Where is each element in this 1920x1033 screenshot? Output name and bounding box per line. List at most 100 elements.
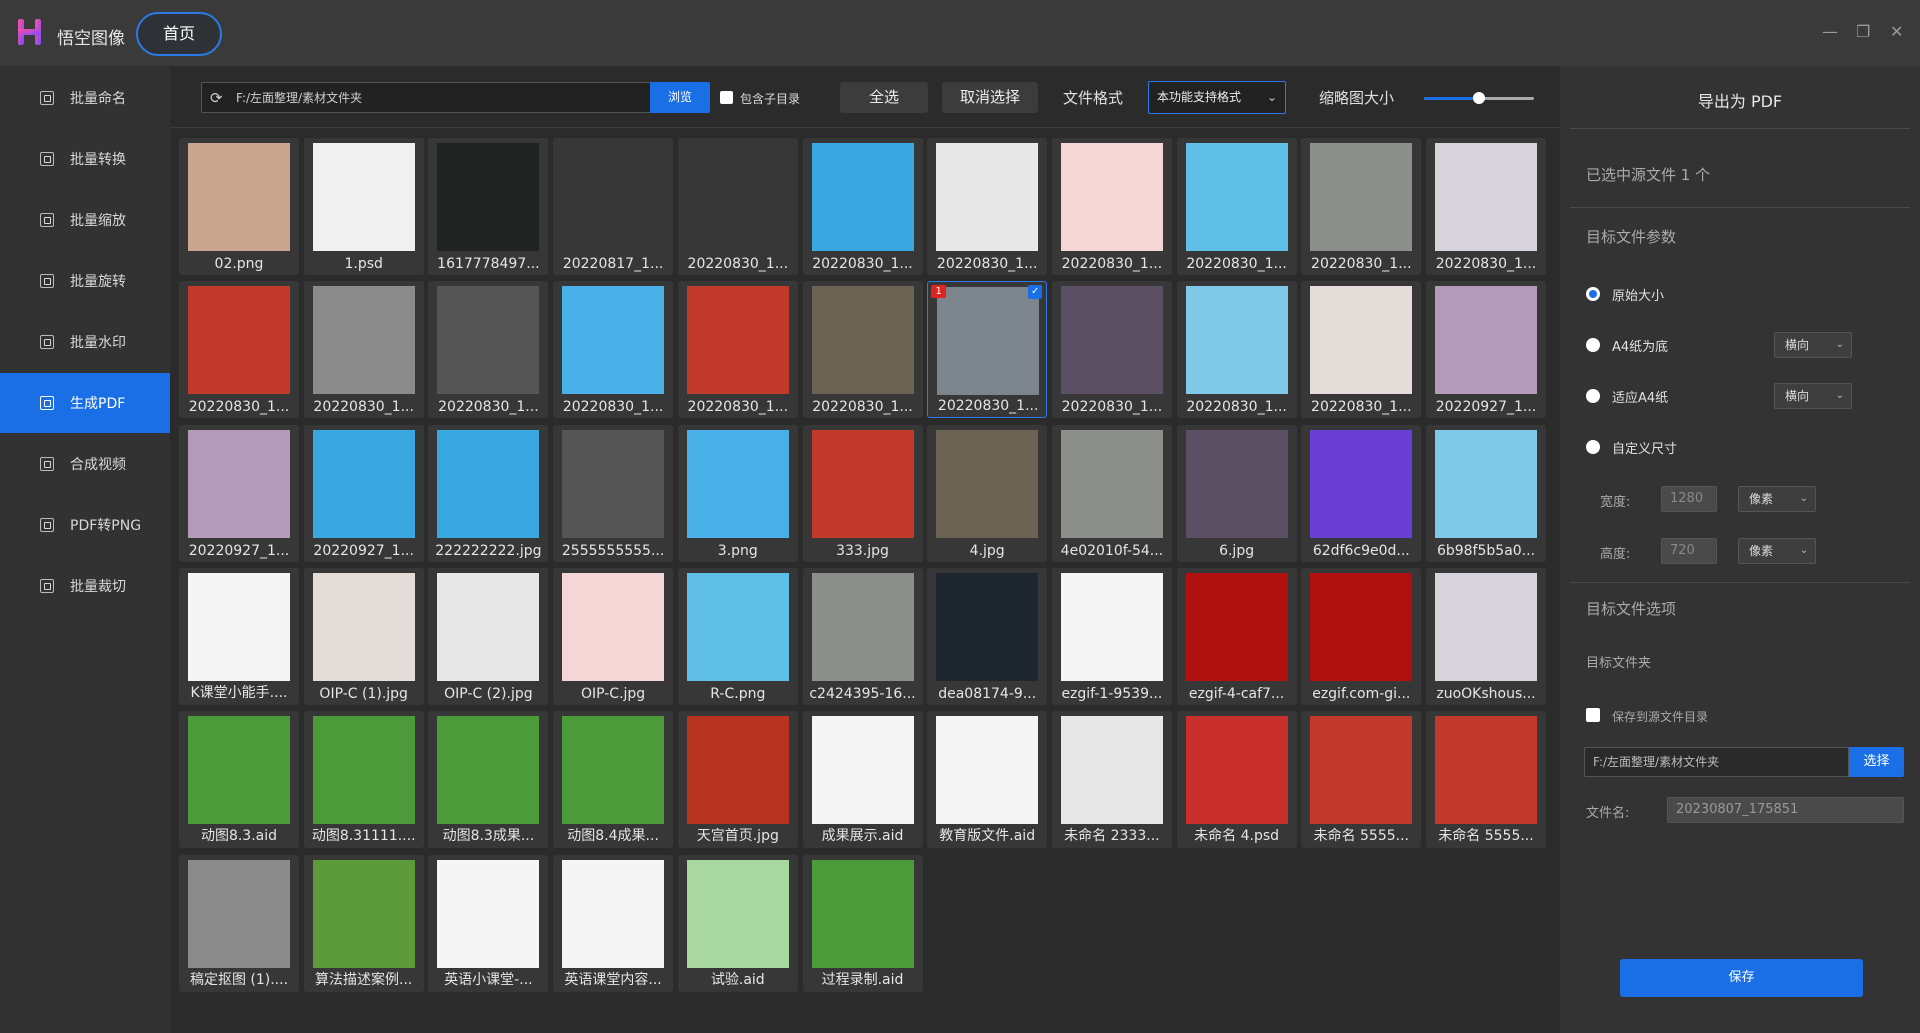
file-name: 20220830_1... <box>1311 399 1412 416</box>
file-tile[interactable]: 动图8.3.aid <box>179 711 299 849</box>
select-all-button[interactable]: 全选 <box>840 82 928 113</box>
radio-original-size[interactable] <box>1586 287 1600 301</box>
file-tile[interactable]: 20220830_1... <box>1301 138 1422 275</box>
file-tile[interactable]: ezgif.com-gi... <box>1301 567 1422 705</box>
file-tile[interactable]: 天宫首页.jpg <box>677 711 798 849</box>
sidebar-item[interactable]: 合成视频 <box>0 434 170 494</box>
save-to-source-checkbox[interactable] <box>1586 708 1600 722</box>
file-tile[interactable]: 成果展示.aid <box>802 711 923 849</box>
file-tile[interactable]: 2555555555... <box>553 424 674 562</box>
file-tile[interactable]: 未命名 5555... <box>1426 711 1546 849</box>
file-tile[interactable]: 未命名 5555... <box>1301 711 1422 849</box>
file-tile[interactable]: 20220830_1... <box>677 138 798 275</box>
sidebar-item[interactable]: 生成PDF <box>0 373 170 433</box>
sidebar-item[interactable]: 批量水印 <box>0 312 170 372</box>
radio-a4-base[interactable] <box>1586 338 1600 352</box>
deselect-button[interactable]: 取消选择 <box>942 82 1038 113</box>
file-tile[interactable]: K课堂小能手.... <box>179 567 299 705</box>
file-tile[interactable]: 动图8.31111.... <box>303 711 424 849</box>
file-tile[interactable]: 4e02010f-54... <box>1051 424 1172 562</box>
file-tile[interactable]: 6b98f5b5a0... <box>1426 424 1546 562</box>
file-tile[interactable]: 20220830_1... <box>677 281 798 419</box>
check-icon[interactable]: ✓ <box>1028 285 1043 300</box>
file-tile[interactable]: 20220830_1... <box>553 281 674 419</box>
file-tile[interactable]: c2424395-16... <box>802 567 923 705</box>
file-tile[interactable]: 未命名 2333... <box>1051 711 1172 849</box>
file-tile[interactable]: 6.jpg <box>1176 424 1297 562</box>
file-tile[interactable]: ezgif-1-9539... <box>1051 567 1172 705</box>
file-tile[interactable]: 动图8.3成果... <box>428 711 549 849</box>
sidebar-item-label: PDF转PNG <box>70 518 142 534</box>
sidebar-item[interactable]: 批量命名 <box>0 68 170 128</box>
file-tile[interactable]: 20220830_1... 1 ✓ <box>927 281 1048 419</box>
radio-fit-a4[interactable] <box>1586 389 1600 403</box>
home-tab[interactable]: 首页 <box>136 12 222 56</box>
file-tile[interactable]: ezgif-4-caf7... <box>1176 567 1297 705</box>
file-tile[interactable]: 20220830_1... <box>802 138 923 275</box>
file-tile[interactable]: 222222222.jpg <box>428 424 549 562</box>
file-tile[interactable]: 20220830_1... <box>1051 281 1172 419</box>
file-tile[interactable]: OIP-C (1).jpg <box>303 567 424 705</box>
file-tile[interactable]: 20220927_1... <box>303 424 424 562</box>
file-tile[interactable]: R-C.png <box>677 567 798 705</box>
width-input[interactable]: 1280 <box>1661 486 1717 512</box>
file-tile[interactable]: 20220927_1... <box>1426 281 1546 419</box>
file-tile[interactable]: 20220817_1... <box>553 138 674 275</box>
file-tile[interactable]: 20220830_1... <box>1176 138 1297 275</box>
file-tile[interactable]: 333.jpg <box>802 424 923 562</box>
file-tile[interactable]: 稿定抠图 (1).... <box>179 854 299 992</box>
file-tile[interactable]: 20220830_1... <box>1426 138 1546 275</box>
sidebar-item[interactable]: 批量旋转 <box>0 251 170 311</box>
file-tile[interactable]: 20220830_1... <box>303 281 424 419</box>
save-button[interactable]: 保存 <box>1620 959 1863 997</box>
file-tile[interactable]: 英语小课堂-... <box>428 854 549 992</box>
include-subdir-checkbox[interactable] <box>720 91 733 104</box>
file-tile[interactable]: 62df6c9e0d... <box>1301 424 1422 562</box>
sidebar-item[interactable]: PDF转PNG <box>0 495 170 555</box>
file-tile[interactable]: 未命名 4.psd <box>1176 711 1297 849</box>
thumb-size-slider-knob[interactable] <box>1473 92 1485 104</box>
height-input[interactable]: 720 <box>1661 538 1717 564</box>
output-path-input[interactable]: F:/左面整理/素材文件夹 <box>1584 747 1849 777</box>
minimize-icon[interactable]: — <box>1822 22 1838 41</box>
a4-base-orientation-select[interactable]: 横向 ⌄ <box>1774 332 1852 358</box>
file-tile[interactable]: 20220927_1... <box>179 424 299 562</box>
file-tile[interactable]: 20220830_1... <box>802 281 923 419</box>
file-tile[interactable]: 20220830_1... <box>428 281 549 419</box>
close-icon[interactable]: ✕ <box>1890 22 1903 41</box>
fit-a4-orientation-select[interactable]: 横向 ⌄ <box>1774 383 1852 409</box>
file-tile[interactable]: 英语课堂内容... <box>553 854 674 992</box>
file-tile[interactable]: 算法描述案例... <box>303 854 424 992</box>
file-tile[interactable]: OIP-C (2).jpg <box>428 567 549 705</box>
file-tile[interactable]: 20220830_1... <box>1051 138 1172 275</box>
format-select[interactable]: 本功能支持格式 ⌄ <box>1148 81 1286 114</box>
file-tile[interactable]: 20220830_1... <box>927 138 1048 275</box>
file-tile[interactable]: 动图8.4成果... <box>553 711 674 849</box>
browse-button[interactable]: 浏览 <box>650 82 710 113</box>
file-tile[interactable]: zuoOKshous... <box>1426 567 1546 705</box>
file-tile[interactable]: 3.png <box>677 424 798 562</box>
restore-icon[interactable]: ❐ <box>1856 22 1870 41</box>
width-unit-select[interactable]: 像素 ⌄ <box>1738 486 1816 512</box>
file-tile[interactable]: 20220830_1... <box>1176 281 1297 419</box>
sidebar-item[interactable]: 批量裁切 <box>0 556 170 616</box>
file-tile[interactable]: 试验.aid <box>677 854 798 992</box>
filename-input[interactable]: 20230807_175851 <box>1667 797 1904 823</box>
file-tile[interactable]: 4.jpg <box>927 424 1048 562</box>
refresh-icon[interactable]: ⟳ <box>210 90 226 106</box>
file-tile[interactable]: 1.psd <box>303 138 424 275</box>
path-input[interactable]: ⟳ F:/左面整理/素材文件夹 <box>201 82 651 113</box>
height-unit-select[interactable]: 像素 ⌄ <box>1738 538 1816 564</box>
choose-folder-button[interactable]: 选择 <box>1849 747 1904 777</box>
radio-custom-size[interactable] <box>1586 440 1600 454</box>
sidebar-item[interactable]: 批量转换 <box>0 129 170 189</box>
file-tile[interactable]: dea08174-9... <box>927 567 1048 705</box>
sidebar-item[interactable]: 批量缩放 <box>0 190 170 250</box>
file-tile[interactable]: 02.png <box>179 138 299 275</box>
file-tile[interactable]: 过程录制.aid <box>802 854 923 992</box>
file-tile[interactable]: 教育版文件.aid <box>927 711 1048 849</box>
file-tile[interactable]: OIP-C.jpg <box>553 567 674 705</box>
file-tile[interactable]: 20220830_1... <box>179 281 299 419</box>
file-tile[interactable]: 20220830_1... <box>1301 281 1422 419</box>
file-tile[interactable]: 1617778497... <box>428 138 549 275</box>
